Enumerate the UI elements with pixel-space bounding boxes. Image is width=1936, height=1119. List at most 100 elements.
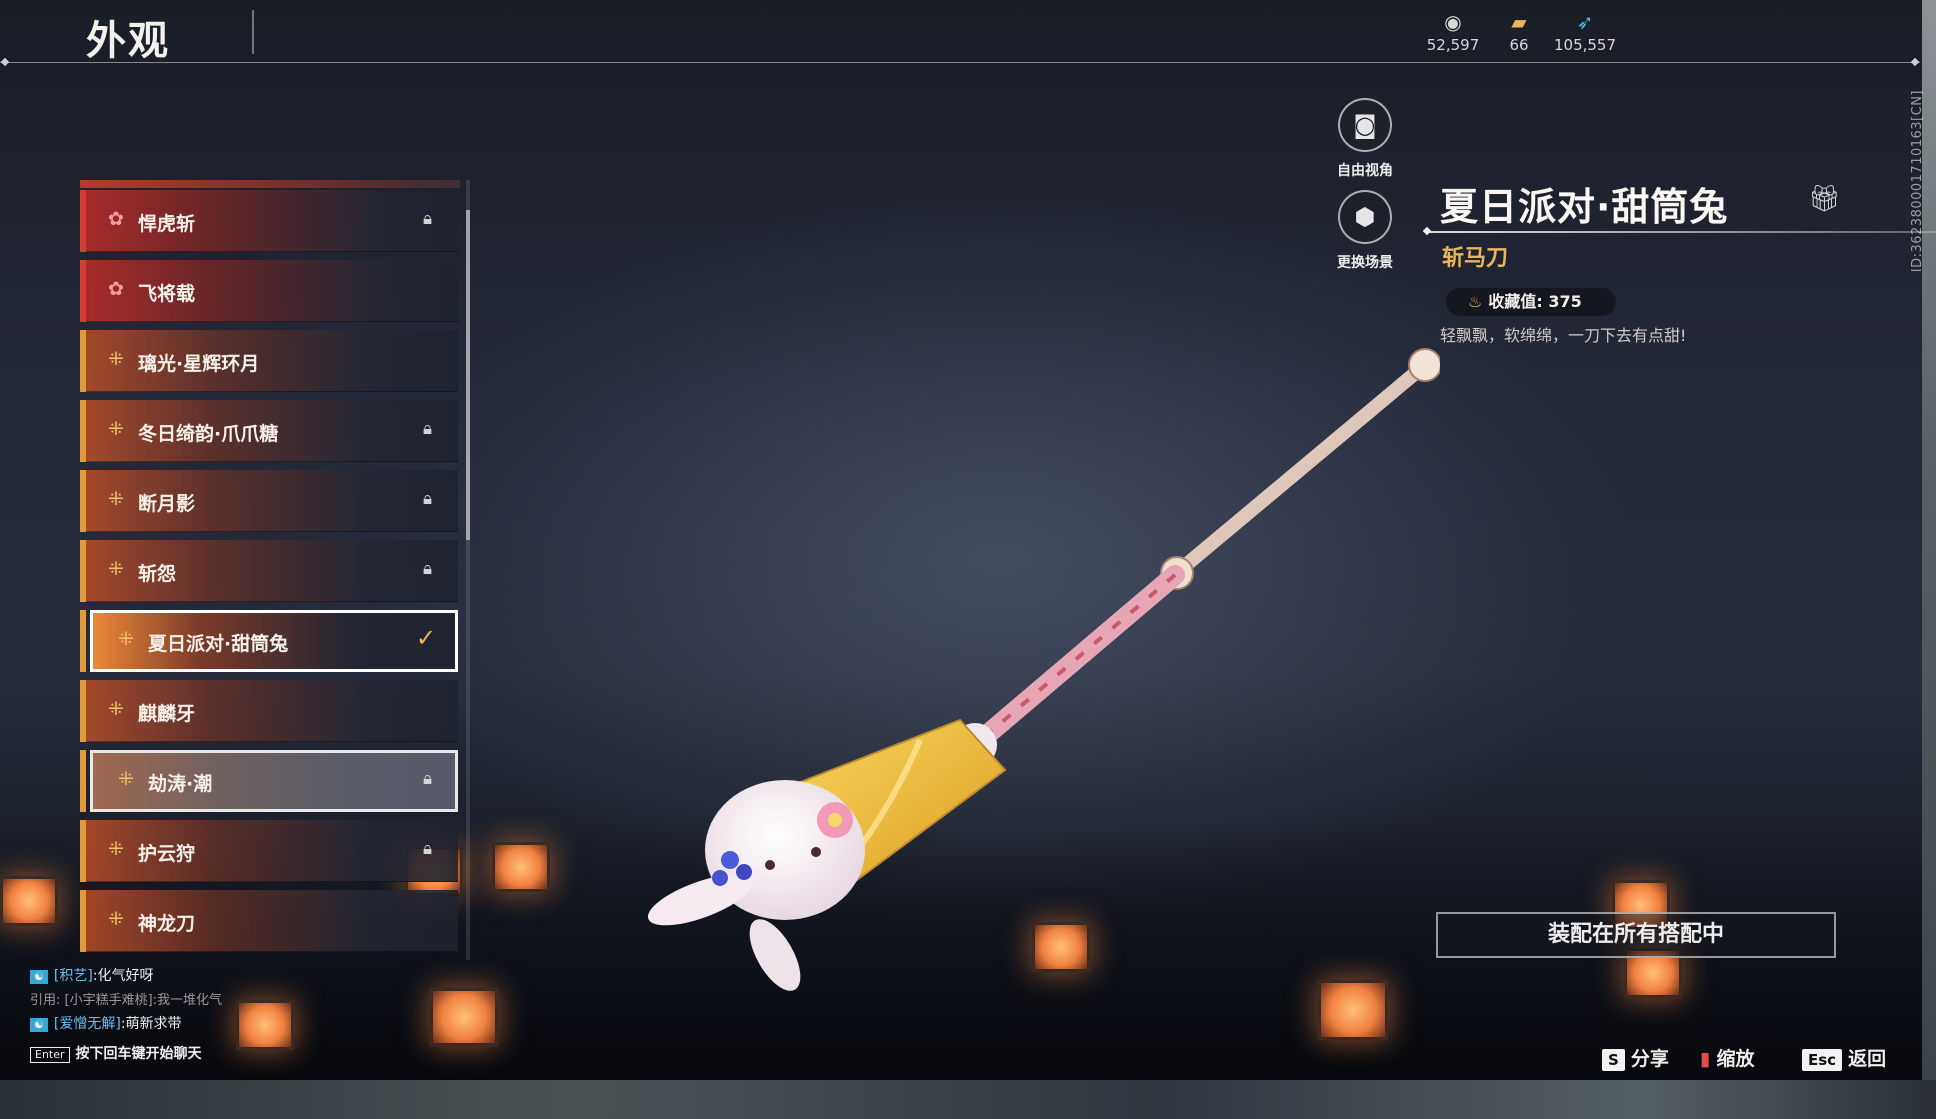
change-scene-label: 更换场景: [1337, 255, 1393, 271]
header-divider-diamond: [1910, 57, 1920, 67]
enter-key-icon: Enter: [30, 1047, 70, 1063]
rarity-icon: ⁜: [108, 418, 124, 440]
chat-channel: [爱憎无解]: [53, 1016, 121, 1032]
list-item[interactable]: ✿ 飞将载: [80, 260, 458, 322]
free-view-button[interactable]: ◙ 自由视角: [1332, 98, 1398, 180]
currency-feathers: ➶ 105,557: [1540, 10, 1630, 54]
chat-input-hint[interactable]: Enter 按下回车键开始聊天: [30, 1042, 222, 1066]
rarity-bar: [80, 540, 86, 602]
chat-text: :萌新求带: [120, 1016, 182, 1032]
currency-feathers-value: 105,557: [1553, 36, 1617, 54]
chat-badge-icon: ☯: [30, 1018, 48, 1032]
lantern-decoration: [0, 876, 58, 926]
lock-icon: 🔒︎: [422, 769, 432, 789]
camera-icon: ◙: [1338, 98, 1392, 152]
back-label: 返回: [1848, 1048, 1887, 1070]
rarity-bar: [80, 260, 86, 322]
lantern-decoration: [430, 988, 498, 1046]
share-hint[interactable]: S 分享: [1602, 1044, 1669, 1071]
list-item[interactable]: ⁜ 斩怨 🔒︎: [80, 540, 458, 602]
chat-text: :化气好呀: [92, 968, 154, 984]
lantern-decoration: [492, 842, 550, 892]
rarity-icon: ⁜: [118, 768, 134, 790]
lock-icon: 🔒︎: [422, 209, 432, 229]
list-item-label: 璃光·星辉环月: [138, 353, 260, 375]
rarity-bar: [80, 890, 86, 952]
detail-divider: [1426, 231, 1936, 233]
lock-icon: 🔒︎: [422, 489, 432, 509]
list-item-label: 夏日派对·甜筒兔: [148, 633, 289, 655]
list-item-label: 神龙刀: [138, 913, 196, 935]
rarity-bar: [80, 820, 86, 882]
detail-divider-diamond: [1422, 226, 1432, 236]
rarity-bar: [80, 750, 86, 812]
rarity-icon: ⁜: [108, 698, 124, 720]
feather-icon: ➶: [1576, 10, 1594, 34]
bottom-scenery-strip: [0, 1080, 1936, 1119]
rarity-bar: [80, 680, 86, 742]
list-item-label: 飞将载: [138, 283, 196, 305]
esc-key: Esc: [1802, 1049, 1843, 1071]
list-item[interactable]: ✿ 悍虎斩 🔒︎: [80, 190, 458, 252]
flower-icon: ✿: [108, 278, 124, 300]
zoom-label: 缩放: [1716, 1048, 1755, 1070]
header-divider-diamond: [0, 57, 10, 67]
weapon-preview[interactable]: [620, 340, 1440, 1040]
list-item[interactable]: ⁜ 麒麟牙: [80, 680, 458, 742]
cube-icon: ⬢: [1338, 190, 1392, 244]
free-view-label: 自由视角: [1337, 163, 1393, 179]
mouse-icon: ▮: [1700, 1048, 1711, 1070]
change-scene-button[interactable]: ⬢ 更换场景: [1332, 190, 1398, 272]
list-item[interactable]: ⁜ 冬日绮韵·爪爪糖 🔒︎: [80, 400, 458, 462]
list-item[interactable]: ⁜ 神龙刀: [80, 890, 458, 952]
header-divider: [0, 62, 1920, 63]
page-title: 外观: [86, 18, 170, 64]
list-item-hovered[interactable]: ⁜ 劫涛·潮 🔒︎: [80, 750, 458, 812]
lock-icon: 🔒︎: [422, 559, 432, 579]
chat-message: ☯ [爱憎无解]:萌新求带: [30, 1012, 222, 1036]
chat-quote-text: 引用: [小宇糕手难桃]:我一堆化气: [30, 993, 223, 1008]
rarity-icon: ⁜: [108, 908, 124, 930]
skin-title: 夏日派对·甜筒兔: [1440, 185, 1729, 229]
collection-value: 375: [1548, 292, 1582, 311]
collection-label: 收藏值:: [1488, 292, 1543, 311]
chat-message: ☯ [积艺]:化气好呀: [30, 964, 222, 988]
list-item[interactable]: ⁜ 护云狩 🔒︎: [80, 820, 458, 882]
list-item-label: 冬日绮韵·爪爪糖: [138, 423, 279, 445]
chat-quote: 引用: [小宇糕手难桃]:我一堆化气: [30, 988, 222, 1012]
rarity-icon: ⁜: [108, 838, 124, 860]
flower-icon: ✿: [108, 208, 124, 230]
list-item-label: 斩怨: [138, 563, 177, 585]
list-item-label: 悍虎斩: [138, 213, 196, 235]
rarity-bar: [80, 400, 86, 462]
rarity-icon: ⁜: [108, 558, 124, 580]
chat-box: ☯ [积艺]:化气好呀 引用: [小宇糕手难桃]:我一堆化气 ☯ [爱憎无解]:萌新…: [30, 964, 222, 1066]
lantern-decoration: [236, 1000, 294, 1050]
lock-icon: 🔒︎: [422, 839, 432, 859]
chat-channel: [积艺]: [53, 968, 93, 984]
gift-icon[interactable]: 🎁︎: [1808, 184, 1841, 214]
skin-description: 轻飘飘，软绵绵，一刀下去有点甜!: [1440, 326, 1687, 345]
collection-icon: ♨: [1468, 292, 1483, 311]
rarity-bar: [80, 190, 86, 252]
rarity-bar: [80, 470, 86, 532]
list-item[interactable]: ⁜ 断月影 🔒︎: [80, 470, 458, 532]
list-item-selected[interactable]: ⁜ 夏日派对·甜筒兔 ✓: [80, 610, 458, 672]
equip-all-button[interactable]: 装配在所有搭配中: [1436, 912, 1836, 958]
list-item[interactable]: ⁜ 璃光·星辉环月: [80, 330, 458, 392]
chat-badge-icon: ☯: [30, 970, 48, 984]
checkmark-icon: ✓: [415, 624, 436, 652]
list-item-label: 劫涛·潮: [148, 773, 213, 795]
collection-value-badge: ♨ 收藏值: 375: [1446, 288, 1616, 316]
list-top-edge: [80, 180, 460, 188]
share-label: 分享: [1630, 1048, 1669, 1070]
zoom-hint[interactable]: ▮ 缩放: [1700, 1044, 1754, 1071]
list-item-label: 断月影: [138, 493, 196, 515]
list-scrollbar-thumb[interactable]: [466, 210, 470, 540]
back-hint[interactable]: Esc 返回: [1802, 1044, 1886, 1071]
rarity-icon: ⁜: [108, 488, 124, 510]
list-item-label: 护云狩: [138, 843, 196, 865]
chat-hint-text: 按下回车键开始聊天: [75, 1046, 202, 1062]
player-id: ID:362380001710163[CN]: [1910, 90, 1925, 273]
list-item-label: 麒麟牙: [138, 703, 196, 725]
